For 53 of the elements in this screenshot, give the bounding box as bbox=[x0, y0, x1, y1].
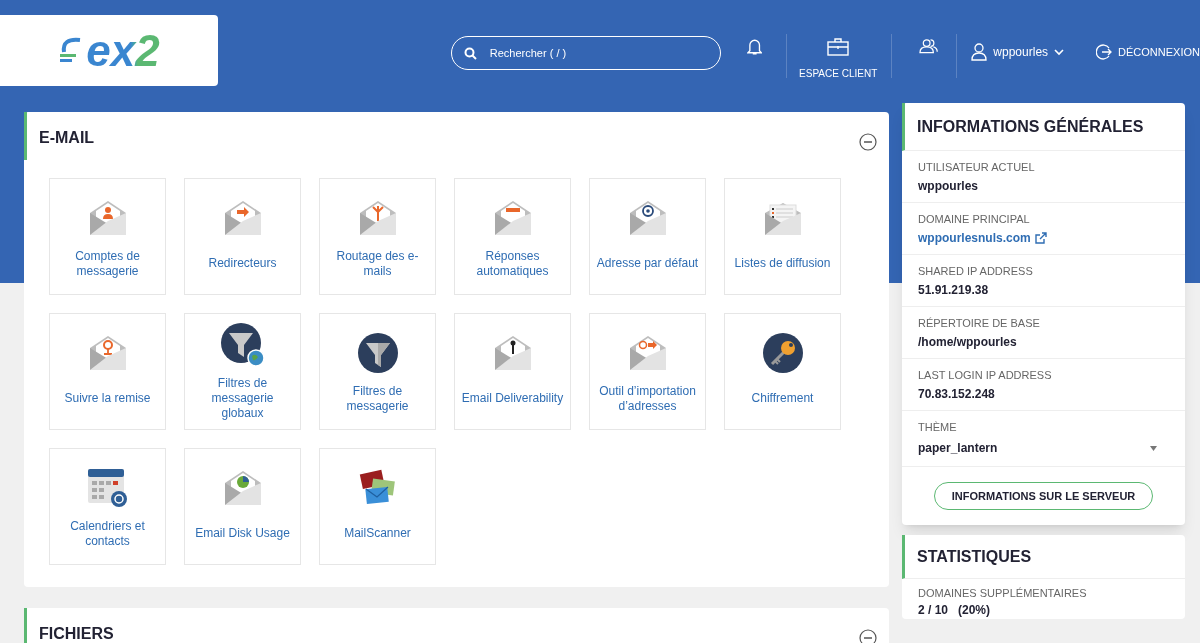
stat-value: 2 / 10 (20%) bbox=[918, 602, 992, 619]
logout-icon bbox=[1096, 44, 1113, 61]
key-icon bbox=[761, 331, 804, 374]
funnel-globe-icon bbox=[220, 323, 265, 367]
dropdown-arrow-icon bbox=[1150, 445, 1157, 451]
feature-tile[interactable]: Réponses automatiques bbox=[454, 178, 571, 295]
users-icon[interactable] bbox=[919, 38, 939, 54]
search-icon bbox=[463, 47, 477, 60]
feature-tile[interactable]: Chiffrement bbox=[724, 313, 841, 430]
theme-select[interactable]: paper_lantern bbox=[918, 439, 1169, 457]
calendar-at-icon bbox=[85, 466, 130, 509]
funnel-icon bbox=[356, 331, 399, 374]
feature-tile[interactable]: MailScanner bbox=[319, 448, 436, 565]
client-area-button[interactable]: ESPACE CLIENT bbox=[799, 38, 878, 81]
info-label: RÉPERTOIRE DE BASE bbox=[918, 316, 1041, 331]
info-value: wppourles bbox=[918, 178, 979, 195]
feature-tile[interactable]: Calendriers et contacts bbox=[49, 448, 166, 565]
feature-tile[interactable]: Filtres de messagerie globaux bbox=[184, 313, 301, 430]
info-label: LAST LOGIN IP ADDRESS bbox=[918, 368, 1053, 383]
search-field[interactable]: Rechercher ( / ) bbox=[450, 36, 721, 70]
briefcase-icon bbox=[827, 38, 850, 56]
logo[interactable]: ex2 bbox=[0, 15, 218, 86]
collapse-icon[interactable] bbox=[859, 629, 877, 643]
feature-tile[interactable]: Adresse par défaut bbox=[589, 178, 706, 295]
feature-tile[interactable]: Routage des e-mails bbox=[319, 178, 436, 295]
feature-tile[interactable]: Suivre la remise bbox=[49, 313, 166, 430]
feature-tile[interactable]: Email Deliverability bbox=[454, 313, 571, 430]
info-value: 51.91.219.38 bbox=[918, 282, 990, 299]
domain-link[interactable]: wppourlesnuls.com bbox=[918, 229, 1031, 247]
feature-tile[interactable]: Comptes de messagerie bbox=[49, 178, 166, 295]
info-label: SHARED IP ADDRESS bbox=[918, 264, 1034, 279]
user-icon bbox=[971, 43, 988, 61]
section-title: FICHIERS bbox=[39, 624, 114, 643]
bell-icon[interactable] bbox=[746, 38, 763, 56]
chevron-down-icon bbox=[1054, 48, 1065, 56]
feature-tile[interactable]: Redirecteurs bbox=[184, 178, 301, 295]
stat-label: DOMAINES SUPPLÉMENTAIRES bbox=[918, 586, 1088, 601]
panel-title: STATISTIQUES bbox=[917, 546, 1032, 567]
feature-tile[interactable]: Outil d’importation d’adresses bbox=[589, 313, 706, 430]
info-value: 70.83.152.248 bbox=[918, 386, 996, 403]
collapse-icon[interactable] bbox=[859, 133, 877, 151]
feature-tile[interactable]: Listes de diffusion bbox=[724, 178, 841, 295]
info-label: UTILISATEUR ACTUEL bbox=[918, 160, 1036, 175]
info-label: THÈME bbox=[918, 420, 958, 435]
info-label: DOMAINE PRINCIPAL bbox=[918, 212, 1031, 227]
user-menu[interactable]: wppourles bbox=[971, 43, 1065, 61]
section-title: E-MAIL bbox=[39, 128, 95, 148]
logout-button[interactable]: DÉCONNEXION bbox=[1096, 44, 1200, 61]
external-link-icon bbox=[1034, 232, 1047, 244]
info-value: /home/wppourles bbox=[918, 334, 1018, 351]
feature-tile[interactable]: Email Disk Usage bbox=[184, 448, 301, 565]
feature-tile[interactable]: Filtres de messagerie bbox=[319, 313, 436, 430]
panel-title: INFORMATIONS GÉNÉRALES bbox=[917, 116, 1144, 137]
